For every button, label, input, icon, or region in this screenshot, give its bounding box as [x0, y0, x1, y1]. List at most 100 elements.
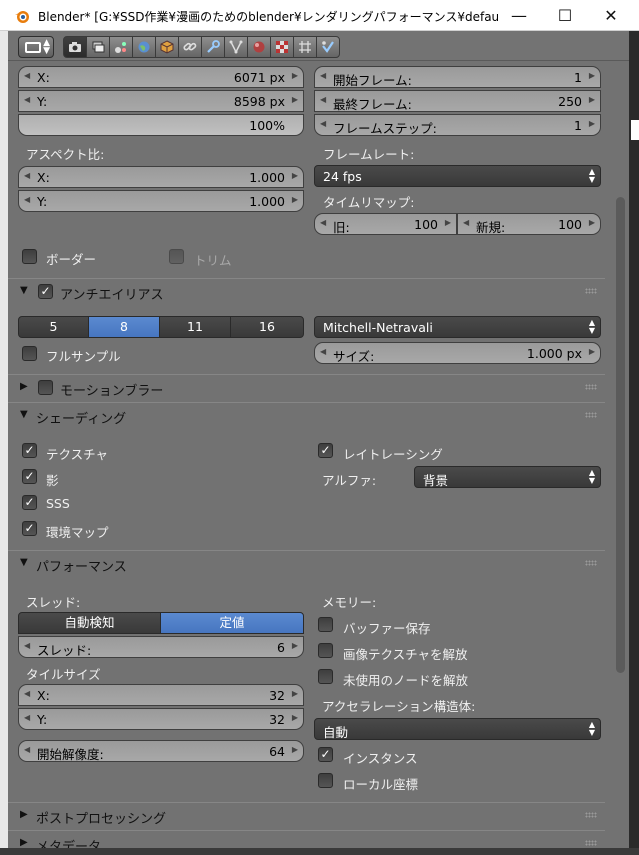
aa-filter-size-field[interactable]: ◀ サイズ: 1.000 px ▶	[314, 342, 601, 364]
threads-fixed-button[interactable]: 定値	[160, 612, 304, 634]
start-resolution-field[interactable]: ◀ 開始解像度: 64 ▶	[18, 740, 304, 762]
panel-header-performance[interactable]: ▼ パフォーマンス	[8, 550, 605, 576]
frame-end-field[interactable]: ◀ 最終フレーム: 250 ▶	[314, 90, 601, 112]
aa-filter-dropdown[interactable]: Mitchell-Netravali ▲ ▼	[314, 316, 601, 338]
crop-checkbox[interactable]	[169, 249, 184, 264]
tab-modifiers[interactable]	[201, 36, 225, 58]
remap-old-field[interactable]: ◀ 旧: 100 ▶	[314, 213, 457, 235]
threads-count-field[interactable]: ◀ スレッド: 6 ▶	[18, 636, 304, 658]
aspect-ratio-label: アスペクト比:	[26, 147, 105, 162]
raytracing-checkbox[interactable]: ✓	[318, 443, 333, 458]
tab-physics[interactable]	[316, 36, 340, 58]
decrement-arrow-icon[interactable]: ◀	[24, 641, 30, 650]
increment-arrow-icon[interactable]: ▶	[589, 95, 595, 104]
tab-data[interactable]	[224, 36, 248, 58]
resolution-x-field[interactable]: ◀ X: 6071 px ▶	[18, 66, 304, 88]
border-checkbox[interactable]	[22, 249, 37, 264]
threads-auto-button[interactable]: 自動検知	[18, 612, 161, 634]
close-button[interactable]: ✕	[588, 0, 634, 31]
minimize-button[interactable]: —	[496, 0, 542, 31]
envmap-checkbox[interactable]: ✓	[22, 521, 37, 536]
editor-type-button[interactable]: ▲ ▼	[18, 36, 54, 58]
decrement-arrow-icon[interactable]: ◀	[320, 71, 326, 80]
tab-texture[interactable]	[270, 36, 294, 58]
aa-sample-8[interactable]: 8	[88, 316, 160, 338]
decrement-arrow-icon[interactable]: ◀	[24, 95, 30, 104]
aa-sample-11[interactable]: 11	[159, 316, 231, 338]
drag-grip-icon[interactable]	[585, 412, 597, 418]
antialiasing-enable-checkbox[interactable]: ✓	[38, 284, 53, 299]
tab-constraints[interactable]	[178, 36, 202, 58]
tab-scene[interactable]	[109, 36, 133, 58]
tab-render[interactable]	[63, 36, 87, 58]
increment-arrow-icon[interactable]: ▶	[292, 195, 298, 204]
maximize-button[interactable]: ☐	[542, 0, 588, 31]
decrement-arrow-icon[interactable]: ◀	[320, 119, 326, 128]
panel-header-antialiasing[interactable]: ▼ ✓ アンチエイリアス	[8, 278, 605, 304]
decrement-arrow-icon[interactable]: ◀	[24, 713, 30, 722]
free-nodes-checkbox[interactable]	[318, 669, 333, 684]
panel-header-metadata[interactable]: ▶ メタデータ	[8, 830, 605, 848]
frame-step-field[interactable]: ◀ フレームステップ: 1 ▶	[314, 114, 601, 136]
drag-grip-icon[interactable]	[585, 812, 597, 818]
decrement-arrow-icon[interactable]: ◀	[24, 71, 30, 80]
drag-grip-icon[interactable]	[585, 560, 597, 566]
increment-arrow-icon[interactable]: ▶	[292, 71, 298, 80]
sss-checkbox[interactable]: ✓	[22, 495, 37, 510]
panel-header-motion-blur[interactable]: ▶ モーションブラー	[8, 374, 605, 400]
resolution-percentage-slider[interactable]: 100%	[18, 114, 304, 136]
scrollbar-thumb[interactable]	[616, 197, 625, 673]
panel-header-shading[interactable]: ▼ シェーディング	[8, 402, 605, 428]
shadows-checkbox[interactable]: ✓	[22, 469, 37, 484]
decrement-arrow-icon[interactable]: ◀	[320, 95, 326, 104]
increment-arrow-icon[interactable]: ▶	[292, 689, 298, 698]
decrement-arrow-icon[interactable]: ◀	[24, 745, 30, 754]
drag-grip-icon[interactable]	[585, 288, 597, 294]
frame-start-field[interactable]: ◀ 開始フレーム: 1 ▶	[314, 66, 601, 88]
full-sample-checkbox[interactable]	[22, 346, 37, 361]
acceleration-structure-dropdown[interactable]: 自動 ▲ ▼	[314, 718, 601, 740]
remap-new-field[interactable]: ◀ 新規: 100 ▶	[457, 213, 601, 235]
decrement-arrow-icon[interactable]: ◀	[24, 195, 30, 204]
increment-arrow-icon[interactable]: ▶	[292, 641, 298, 650]
drag-grip-icon[interactable]	[585, 384, 597, 390]
alpha-mode-dropdown[interactable]: 背景 ▲ ▼	[414, 466, 601, 488]
drag-grip-icon[interactable]	[585, 840, 597, 846]
increment-arrow-icon[interactable]: ▶	[292, 745, 298, 754]
instances-checkbox[interactable]: ✓	[318, 747, 333, 762]
motion-blur-enable-checkbox[interactable]	[38, 380, 53, 395]
textures-checkbox[interactable]: ✓	[22, 443, 37, 458]
local-coords-checkbox[interactable]	[318, 773, 333, 788]
decrement-arrow-icon[interactable]: ◀	[320, 218, 326, 227]
tab-world[interactable]	[132, 36, 156, 58]
increment-arrow-icon[interactable]: ▶	[589, 347, 595, 356]
increment-arrow-icon[interactable]: ▶	[292, 95, 298, 104]
decrement-arrow-icon[interactable]: ◀	[24, 689, 30, 698]
editor-type-icon	[25, 42, 41, 53]
tile-x-field[interactable]: ◀ X: 32 ▶	[18, 684, 304, 706]
tab-particles[interactable]	[293, 36, 317, 58]
decrement-arrow-icon[interactable]: ◀	[463, 218, 469, 227]
tile-y-field[interactable]: ◀ Y: 32 ▶	[18, 708, 304, 730]
decrement-arrow-icon[interactable]: ◀	[24, 171, 30, 180]
resolution-y-field[interactable]: ◀ Y: 8598 px ▶	[18, 90, 304, 112]
panel-header-post-processing[interactable]: ▶ ポストプロセッシング	[8, 802, 605, 828]
tab-object[interactable]	[155, 36, 179, 58]
free-textures-checkbox[interactable]	[318, 643, 333, 658]
increment-arrow-icon[interactable]: ▶	[445, 218, 451, 227]
decrement-arrow-icon[interactable]: ◀	[320, 347, 326, 356]
increment-arrow-icon[interactable]: ▶	[292, 713, 298, 722]
tab-material[interactable]	[247, 36, 271, 58]
increment-arrow-icon[interactable]: ▶	[589, 119, 595, 128]
tab-render-layers[interactable]	[86, 36, 110, 58]
increment-arrow-icon[interactable]: ▶	[589, 71, 595, 80]
vertical-scrollbar[interactable]	[613, 71, 629, 848]
increment-arrow-icon[interactable]: ▶	[589, 218, 595, 227]
increment-arrow-icon[interactable]: ▶	[292, 171, 298, 180]
aa-sample-16[interactable]: 16	[230, 316, 304, 338]
save-buffers-checkbox[interactable]	[318, 617, 333, 632]
aspect-x-field-real[interactable]: ◀ X: 1.000 ▶	[18, 166, 304, 188]
aspect-y-field[interactable]: ◀ Y: 1.000 ▶	[18, 190, 304, 212]
aa-sample-5[interactable]: 5	[18, 316, 89, 338]
frame-rate-dropdown[interactable]: 24 fps ▲ ▼	[314, 165, 601, 187]
